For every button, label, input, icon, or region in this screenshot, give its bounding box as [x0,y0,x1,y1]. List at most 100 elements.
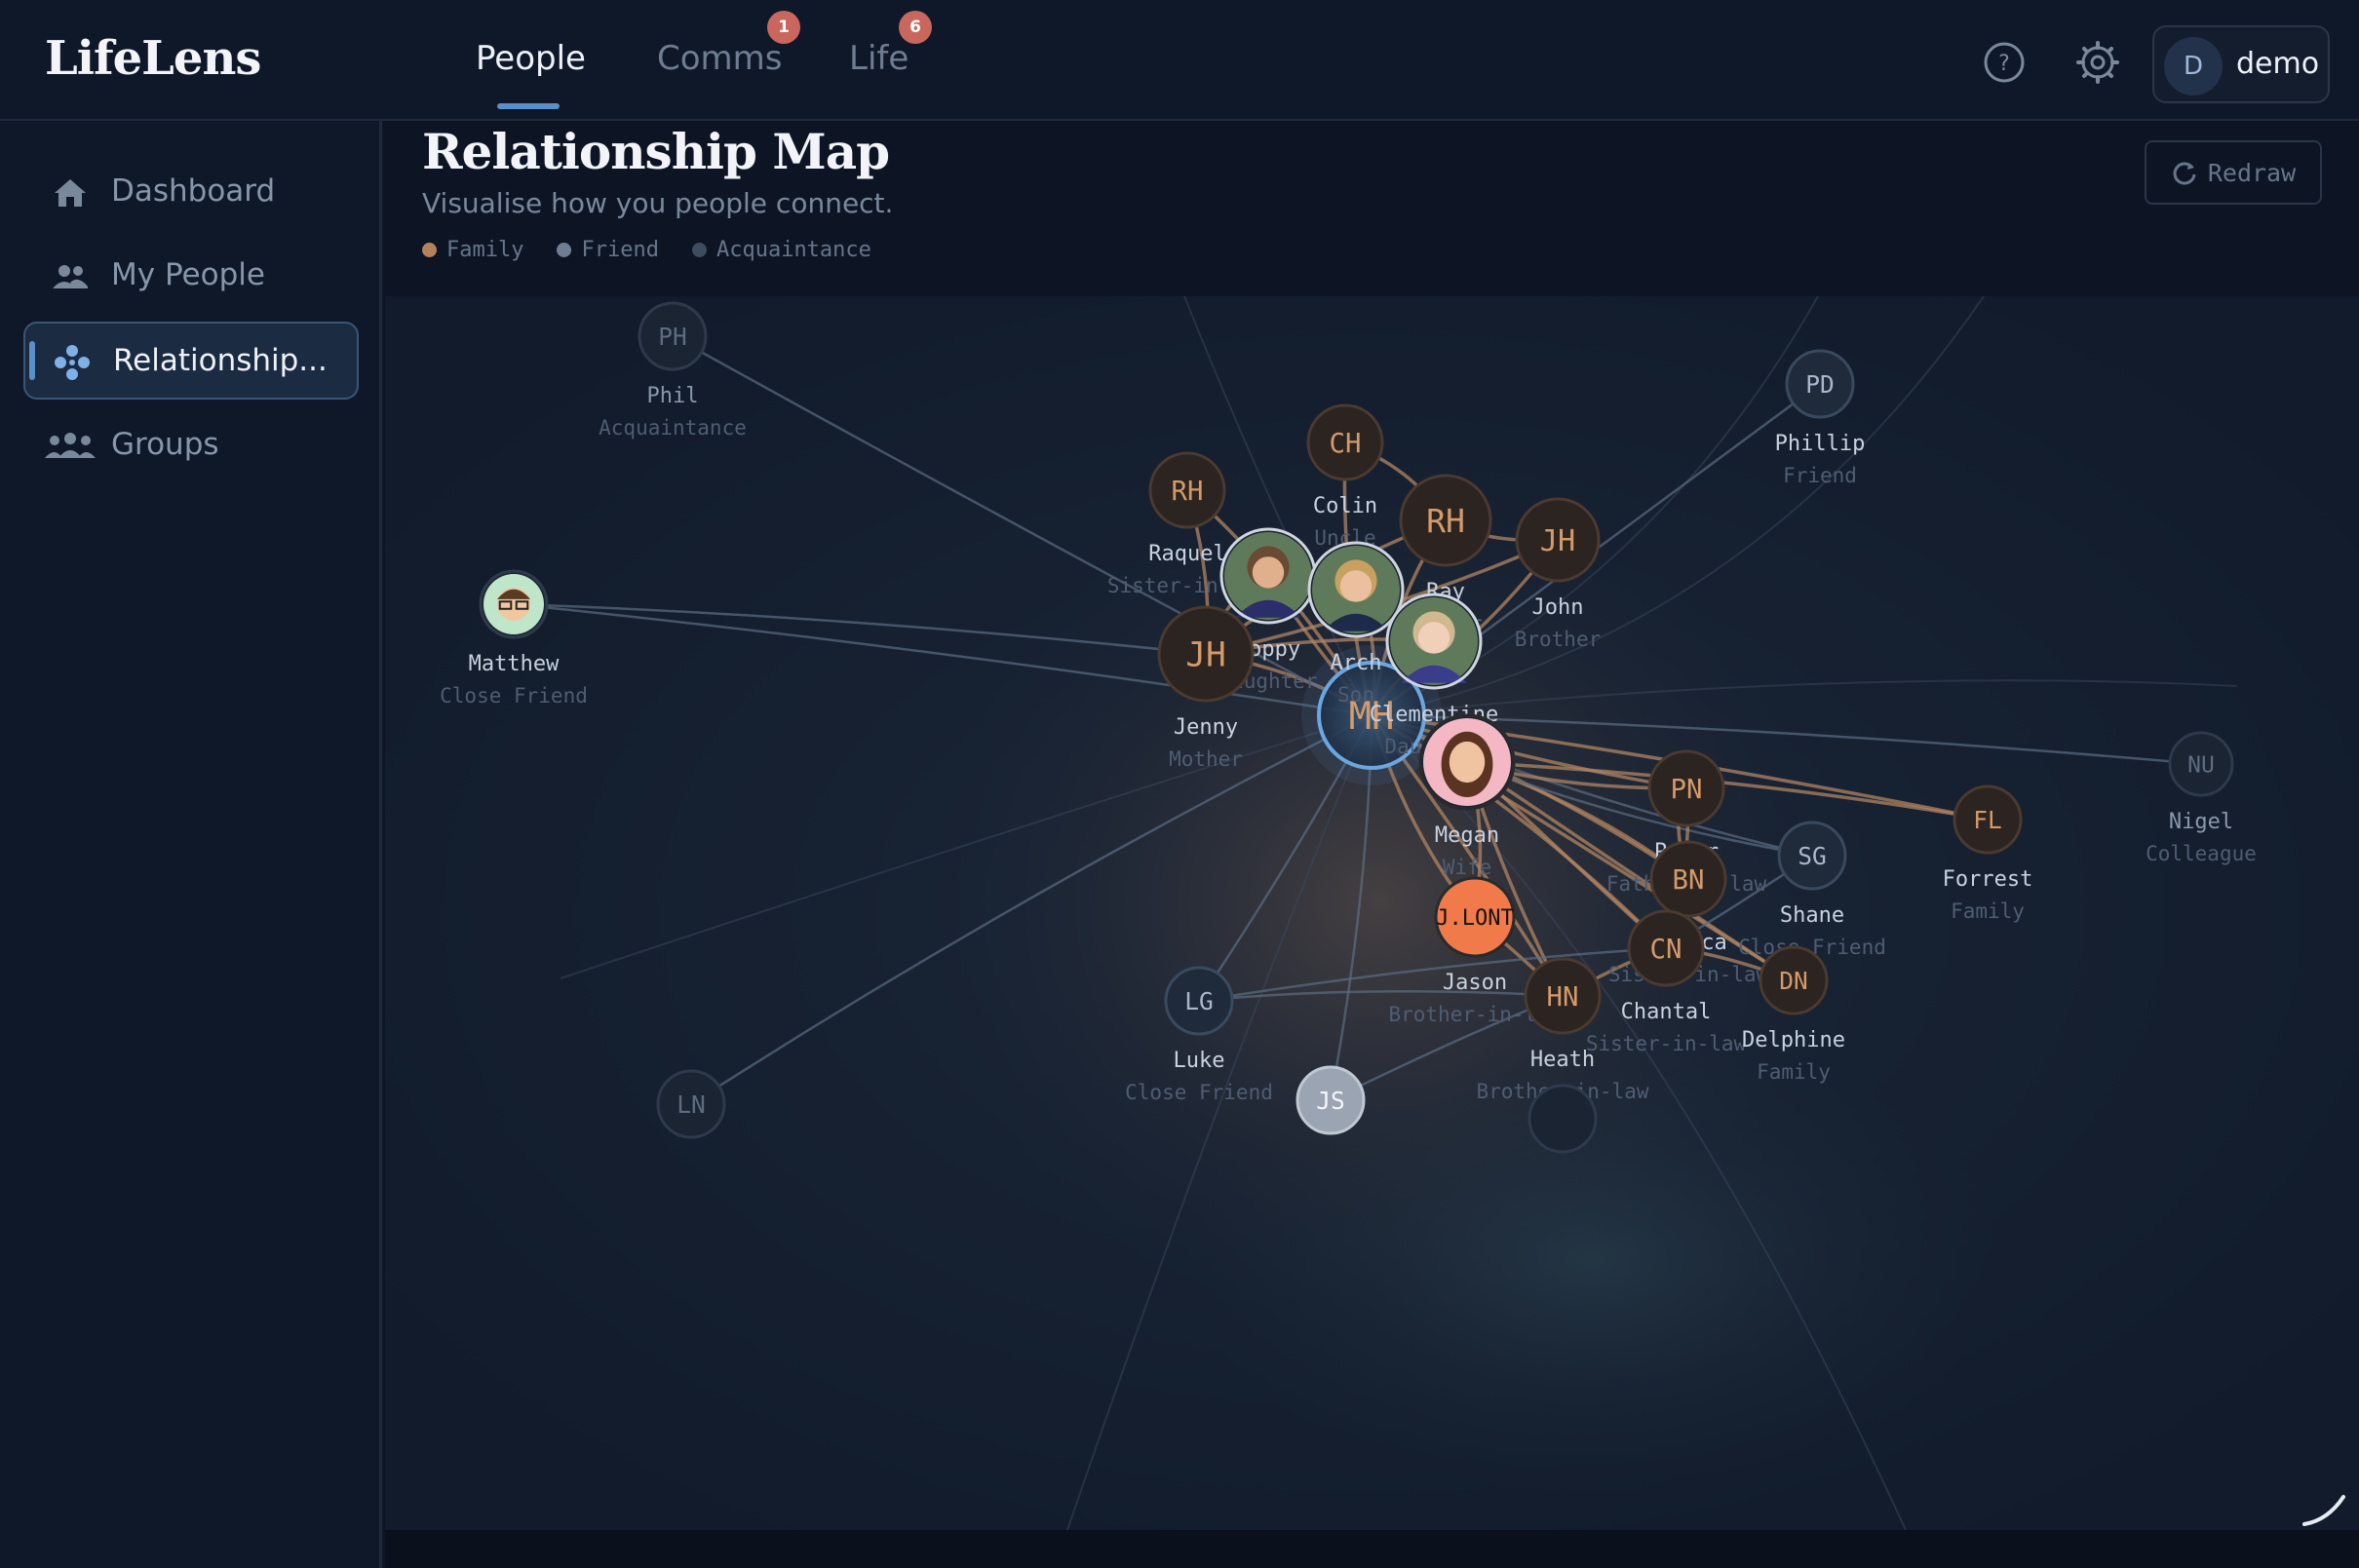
sidebar: Dashboard My People Relationship... Grou… [0,121,382,1568]
legend-label: Family [446,238,524,262]
node-name: Nigel [2169,810,2233,834]
groups-icon [45,427,96,466]
person-node[interactable]: LN [656,1069,726,1139]
tab-life[interactable]: Life [849,39,909,78]
node-name: Shane [1780,903,1844,928]
sidebar-item-label: Relationship... [113,343,328,378]
node-initials: FL [1973,806,2001,834]
legend-family: Family [422,238,523,262]
node-name: Forrest [1943,867,2033,892]
sidebar-item-label: My People [111,257,265,292]
tab-people[interactable]: People [476,39,586,78]
logo-text: J.LONT [1436,906,1513,931]
node-role: Colleague [2146,842,2257,865]
node-name: Matthew [469,652,560,676]
home-icon [51,173,90,212]
redraw-button[interactable]: Redraw [2145,140,2322,205]
node-initials: SG [1798,842,1826,870]
photo-face [1417,622,1450,654]
node-initials: PH [658,323,686,351]
bottom-bar [385,1530,2359,1568]
node-initials: JH [1185,635,1226,674]
node-initials: CH [1330,429,1362,459]
node-role: Close Friend [1125,1081,1273,1104]
legend: Family Friend Acquaintance [422,238,871,262]
photo-face [1339,570,1373,602]
node-initials: CN [1650,935,1682,965]
legend-label: Acquaintance [715,238,871,262]
sidebar-item-label: Groups [111,427,219,462]
refresh-icon [2173,162,2196,185]
node-name: Arch [1331,651,1382,675]
legend-friend: Friend [557,238,659,262]
node-role: Family [1951,899,2025,923]
node-name: Luke [1174,1049,1225,1073]
node-initials: HN [1547,982,1579,1013]
node-initials: DN [1779,967,1807,995]
node-initials: PN [1671,775,1703,805]
node-initials: RH [1172,477,1204,507]
page-title: Relationship Map [422,123,890,180]
legend-dot [557,243,572,257]
main-content: Relationship Map Visualise how you peopl… [385,123,2359,1568]
node-name: Phil [647,384,699,408]
sidebar-item-groups[interactable]: Groups [23,407,359,485]
person-node[interactable] [1528,1084,1598,1154]
node-name: Megan [1435,823,1499,848]
node-role: Close Friend [440,684,588,708]
sidebar-item-my-people[interactable]: My People [23,238,359,316]
photo-face [1252,556,1285,589]
node-name: Delphine [1742,1028,1845,1052]
node-initials: LN [677,1090,705,1119]
page-subtitle: Visualise how you people connect. [422,187,894,219]
node-name: Phillip [1775,432,1866,456]
node-name: John [1532,595,1584,620]
node-name: Jenny [1174,715,1238,740]
node-role: Friend [1783,464,1857,487]
graph-canvas[interactable]: MHPHPhilAcquaintancePDPhillipFriendCHCol… [385,296,2359,1530]
node-role: Mother [1169,747,1243,771]
node-initials: NU [2187,752,2215,778]
person-node[interactable]: JS [1296,1065,1366,1135]
comms-badge: 1 [767,11,800,44]
app-logo[interactable]: LifeLens [45,31,261,86]
legend-dot [422,243,437,257]
node-role: Brother [1515,628,1602,651]
legend-dot [691,243,707,257]
life-badge: 6 [899,11,932,44]
node-initials: PD [1805,370,1834,399]
node-name: Colin [1313,494,1377,518]
sidebar-item-dashboard[interactable]: Dashboard [23,154,359,232]
node-role: Wife [1443,856,1492,879]
node-name: Jason [1443,971,1507,995]
network-icon [53,343,92,382]
sidebar-item-label: Dashboard [111,173,276,209]
node-name: Chantal [1621,1000,1712,1024]
top-header: LifeLens People Comms 1 Life 6 ? D demo [0,0,2359,121]
relationship-graph[interactable]: MH PH Phil Acquaintance PD Phillip Friend CH Col… [385,296,2359,1530]
node-role: Sister-in-law [1586,1032,1747,1055]
node-initials: BN [1673,865,1705,896]
avatar-face [1449,741,1486,784]
sidebar-item-relationship-map[interactable]: Relationship... [23,322,359,400]
redraw-label: Redraw [2207,158,2297,187]
node-role: Family [1757,1060,1831,1084]
node-circle [1528,1084,1598,1154]
node-name: Heath [1530,1048,1595,1072]
people-icon [51,257,90,296]
resize-handle-icon[interactable] [2301,1493,2349,1528]
user-name: demo [2236,47,2320,81]
help-circle-icon[interactable]: ? [1983,41,2026,84]
tab-comms[interactable]: Comms [657,39,783,78]
node-initials: RH [1426,502,1465,540]
svg-text:?: ? [1998,52,2010,76]
gear-icon[interactable] [2076,41,2119,84]
active-tab-indicator [497,103,560,109]
user-menu-button[interactable]: D demo [2152,25,2330,103]
node-name: Raquel [1148,542,1225,566]
avatar: D [2164,37,2223,96]
node-initials: JH [1540,524,1575,558]
node-initials: LG [1184,987,1213,1015]
node-role: Acquaintance [599,416,747,440]
legend-label: Friend [581,238,659,262]
